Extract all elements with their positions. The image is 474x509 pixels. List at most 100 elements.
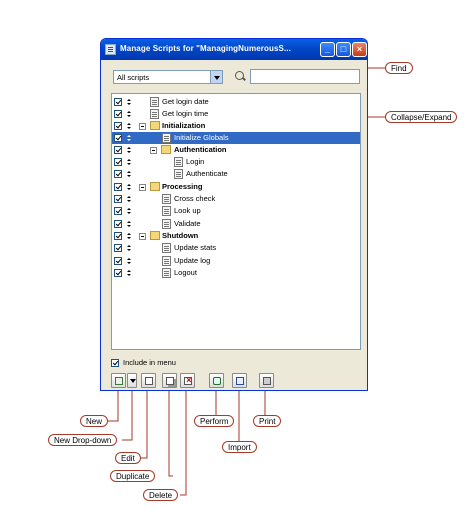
collapse-icon[interactable] [139, 233, 146, 240]
list-item[interactable]: Get login date [112, 96, 360, 108]
collapse-icon[interactable] [139, 184, 146, 191]
script-filter-dropdown[interactable]: All scripts [113, 70, 223, 84]
include-checkbox[interactable] [114, 146, 122, 154]
maximize-button[interactable]: □ [336, 42, 351, 57]
new-dropdown-button[interactable] [127, 373, 137, 388]
perform-callout: Perform [194, 415, 235, 427]
list-item[interactable]: Update log [112, 255, 360, 267]
folder-label: Shutdown [162, 231, 199, 240]
list-item[interactable]: Authentication [112, 144, 360, 156]
reorder-handle-icon[interactable] [127, 99, 131, 105]
reorder-handle-icon[interactable] [127, 233, 131, 239]
list-item[interactable]: Look up [112, 205, 360, 217]
print-button[interactable] [259, 373, 274, 388]
reorder-handle-icon[interactable] [127, 221, 131, 227]
list-item[interactable]: Cross check [112, 193, 360, 205]
folder-icon [150, 231, 160, 240]
include-in-menu-checkbox[interactable] [111, 359, 119, 367]
include-checkbox[interactable] [114, 110, 122, 118]
reorder-handle-icon[interactable] [127, 159, 131, 165]
duplicate-callout: Duplicate [110, 470, 156, 482]
list-item[interactable]: Authenticate [112, 168, 360, 180]
folder-icon [150, 182, 160, 191]
include-checkbox[interactable] [114, 269, 122, 277]
find-callout: Find [385, 62, 413, 74]
include-checkbox[interactable] [114, 183, 122, 191]
script-icon [162, 256, 171, 266]
reorder-handle-icon[interactable] [127, 171, 131, 177]
list-item[interactable]: Login [112, 156, 360, 168]
reorder-handle-icon[interactable] [127, 208, 131, 214]
reorder-handle-icon[interactable] [127, 111, 131, 117]
import-button[interactable] [232, 373, 247, 388]
reorder-handle-icon[interactable] [127, 196, 131, 202]
script-icon [162, 243, 171, 253]
include-checkbox[interactable] [114, 158, 122, 166]
import-callout: Import [222, 441, 257, 453]
list-item[interactable]: Validate [112, 218, 360, 230]
script-tree[interactable]: Get login date Get login time Initializa… [111, 93, 361, 350]
manage-scripts-window: Manage Scripts for "ManagingNumerousS...… [100, 38, 368, 391]
script-label: Look up [174, 206, 201, 215]
include-checkbox[interactable] [114, 220, 122, 228]
script-icon [150, 109, 159, 119]
delete-icon [184, 375, 192, 385]
duplicate-icon [166, 377, 174, 385]
perform-icon [213, 377, 221, 385]
chevron-down-icon[interactable] [210, 71, 222, 83]
perform-button[interactable] [209, 373, 224, 388]
list-item[interactable]: Update stats [112, 242, 360, 254]
list-item[interactable]: Initialize Globals [112, 132, 360, 144]
include-checkbox[interactable] [114, 134, 122, 142]
script-label: Authenticate [186, 169, 228, 178]
list-item[interactable]: Shutdown [112, 230, 360, 242]
list-item[interactable]: Get login time [112, 108, 360, 120]
script-icon [150, 97, 159, 107]
find-input[interactable] [250, 69, 360, 84]
reorder-handle-icon[interactable] [127, 147, 131, 153]
reorder-handle-icon[interactable] [127, 135, 131, 141]
include-checkbox[interactable] [114, 98, 122, 106]
reorder-handle-icon[interactable] [127, 184, 131, 190]
include-in-menu-label: Include in menu [123, 358, 176, 367]
include-checkbox[interactable] [114, 244, 122, 252]
script-label: Validate [174, 219, 201, 228]
reorder-handle-icon[interactable] [127, 245, 131, 251]
script-label: Initialize Globals [172, 132, 231, 144]
collapse-icon[interactable] [150, 147, 157, 154]
script-icon [162, 133, 171, 143]
collapse-expand-callout: Collapse/Expand [385, 111, 458, 123]
list-item[interactable]: Logout [112, 267, 360, 279]
new-button[interactable] [111, 373, 126, 388]
duplicate-button[interactable] [162, 373, 177, 388]
include-checkbox[interactable] [114, 232, 122, 240]
folder-label: Processing [162, 182, 203, 191]
collapse-icon[interactable] [139, 123, 146, 130]
reorder-handle-icon[interactable] [127, 258, 131, 264]
include-checkbox[interactable] [114, 207, 122, 215]
close-button[interactable]: × [352, 42, 367, 57]
folder-label: Initialization [162, 121, 206, 130]
script-icon [174, 157, 183, 167]
include-checkbox[interactable] [114, 170, 122, 178]
new-callout: New [80, 415, 109, 427]
list-item[interactable]: Initialization [112, 120, 360, 132]
script-icon [162, 206, 171, 216]
edit-button[interactable] [141, 373, 156, 388]
list-item[interactable]: Processing [112, 181, 360, 193]
script-icon [162, 268, 171, 278]
chevron-down-icon [130, 379, 136, 383]
folder-label: Authentication [174, 145, 227, 154]
printer-icon [263, 377, 271, 385]
script-filter-value: All scripts [117, 73, 150, 82]
delete-button[interactable] [180, 373, 195, 388]
title-bar[interactable]: Manage Scripts for "ManagingNumerousS...… [101, 39, 367, 60]
include-checkbox[interactable] [114, 195, 122, 203]
import-icon [236, 377, 244, 385]
include-checkbox[interactable] [114, 122, 122, 130]
minimize-button[interactable]: _ [320, 42, 335, 57]
delete-callout: Delete [143, 489, 179, 501]
reorder-handle-icon[interactable] [127, 123, 131, 129]
include-checkbox[interactable] [114, 257, 122, 265]
reorder-handle-icon[interactable] [127, 270, 131, 276]
